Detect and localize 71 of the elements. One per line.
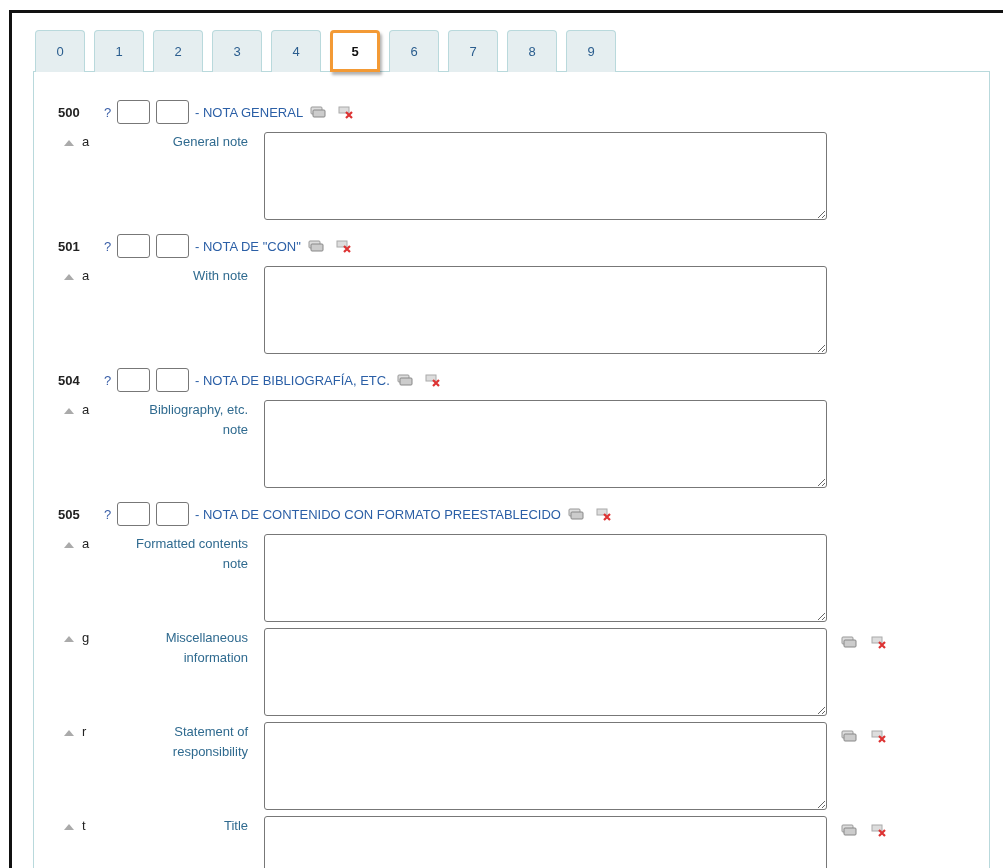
help-link[interactable]: ? <box>104 104 115 120</box>
subfield-label: Title <box>223 817 248 835</box>
delete-icon[interactable] <box>595 507 612 521</box>
field-title[interactable]: - NOTA DE CONTENIDO CON FORMATO PREESTABLECIDO <box>195 506 561 522</box>
subfield-label: With note <box>193 267 248 285</box>
clone-icon[interactable] <box>841 824 857 836</box>
subfield-code: a <box>82 134 91 151</box>
delete-icon[interactable] <box>335 239 352 253</box>
delete-icon[interactable] <box>424 373 441 387</box>
delete-icon[interactable] <box>338 105 355 119</box>
clone-icon[interactable] <box>396 374 413 386</box>
indicator-field[interactable] <box>156 368 189 392</box>
indicator-field[interactable] <box>117 502 150 526</box>
triangle-icon[interactable] <box>64 408 74 414</box>
field-title[interactable]: - NOTA DE BIBLIOGRAFÍA, ETC. <box>195 372 390 388</box>
tag-number: 504 <box>58 372 81 388</box>
clone-icon[interactable] <box>841 730 857 742</box>
tab[interactable]: 0 <box>35 30 85 72</box>
tab[interactable]: 6 <box>389 30 439 72</box>
tab[interactable]: 7 <box>448 30 498 72</box>
indicator-field[interactable] <box>156 234 189 258</box>
subfield-code: a <box>82 536 91 553</box>
subfield-code: a <box>82 268 91 285</box>
tag-number: 505 <box>58 506 81 522</box>
subfield-code: a <box>82 402 91 419</box>
tab[interactable]: 4 <box>271 30 321 72</box>
subfield-code: t <box>82 818 87 835</box>
tab[interactable]: 2 <box>153 30 203 72</box>
tab[interactable]: 9 <box>566 30 616 72</box>
delete-icon[interactable] <box>871 824 887 837</box>
subfield-code: r <box>82 724 88 741</box>
help-link[interactable]: ? <box>104 238 115 254</box>
triangle-icon[interactable] <box>64 730 74 736</box>
clone-icon[interactable] <box>310 106 327 118</box>
triangle-icon[interactable] <box>64 636 74 642</box>
help-link[interactable]: ? <box>104 372 115 388</box>
tab[interactable]: 5 <box>330 30 380 72</box>
indicator-field[interactable] <box>156 100 189 124</box>
triangle-icon[interactable] <box>64 140 74 146</box>
tab[interactable]: 3 <box>212 30 262 72</box>
tag-number: 501 <box>58 238 81 254</box>
delete-icon[interactable] <box>871 636 887 649</box>
subfield-label: General note <box>172 133 248 151</box>
text-area[interactable] <box>264 400 827 488</box>
tag-number: 500 <box>58 104 81 120</box>
clone-icon[interactable] <box>307 240 324 252</box>
triangle-icon[interactable] <box>64 274 74 280</box>
indicator-field[interactable] <box>117 368 150 392</box>
field-title[interactable]: - NOTA DE "CON" <box>195 238 301 254</box>
field-title[interactable]: - NOTA GENERAL <box>195 104 304 120</box>
tab[interactable]: 8 <box>507 30 557 72</box>
indicator-field[interactable] <box>117 234 150 258</box>
subfield-label: Formatted contents note <box>135 535 248 573</box>
triangle-icon[interactable] <box>64 542 74 548</box>
delete-icon[interactable] <box>871 730 887 743</box>
text-area[interactable] <box>264 266 827 354</box>
text-area[interactable] <box>264 132 827 220</box>
tab[interactable]: 1 <box>94 30 144 72</box>
text-area[interactable] <box>264 534 827 622</box>
triangle-icon[interactable] <box>64 824 74 830</box>
text-area[interactable] <box>264 722 827 810</box>
clone-icon[interactable] <box>841 636 857 648</box>
subfield-code: g <box>82 630 91 647</box>
subfield-label: Bibliography, etc. note <box>148 401 248 439</box>
text-area[interactable] <box>264 628 827 716</box>
subfield-label: Statement of responsibility <box>171 723 248 761</box>
subfield-label: Miscellaneous information <box>164 629 248 667</box>
help-link[interactable]: ? <box>104 506 115 522</box>
indicator-field[interactable] <box>117 100 150 124</box>
clone-icon[interactable] <box>567 508 584 520</box>
indicator-field[interactable] <box>156 502 189 526</box>
